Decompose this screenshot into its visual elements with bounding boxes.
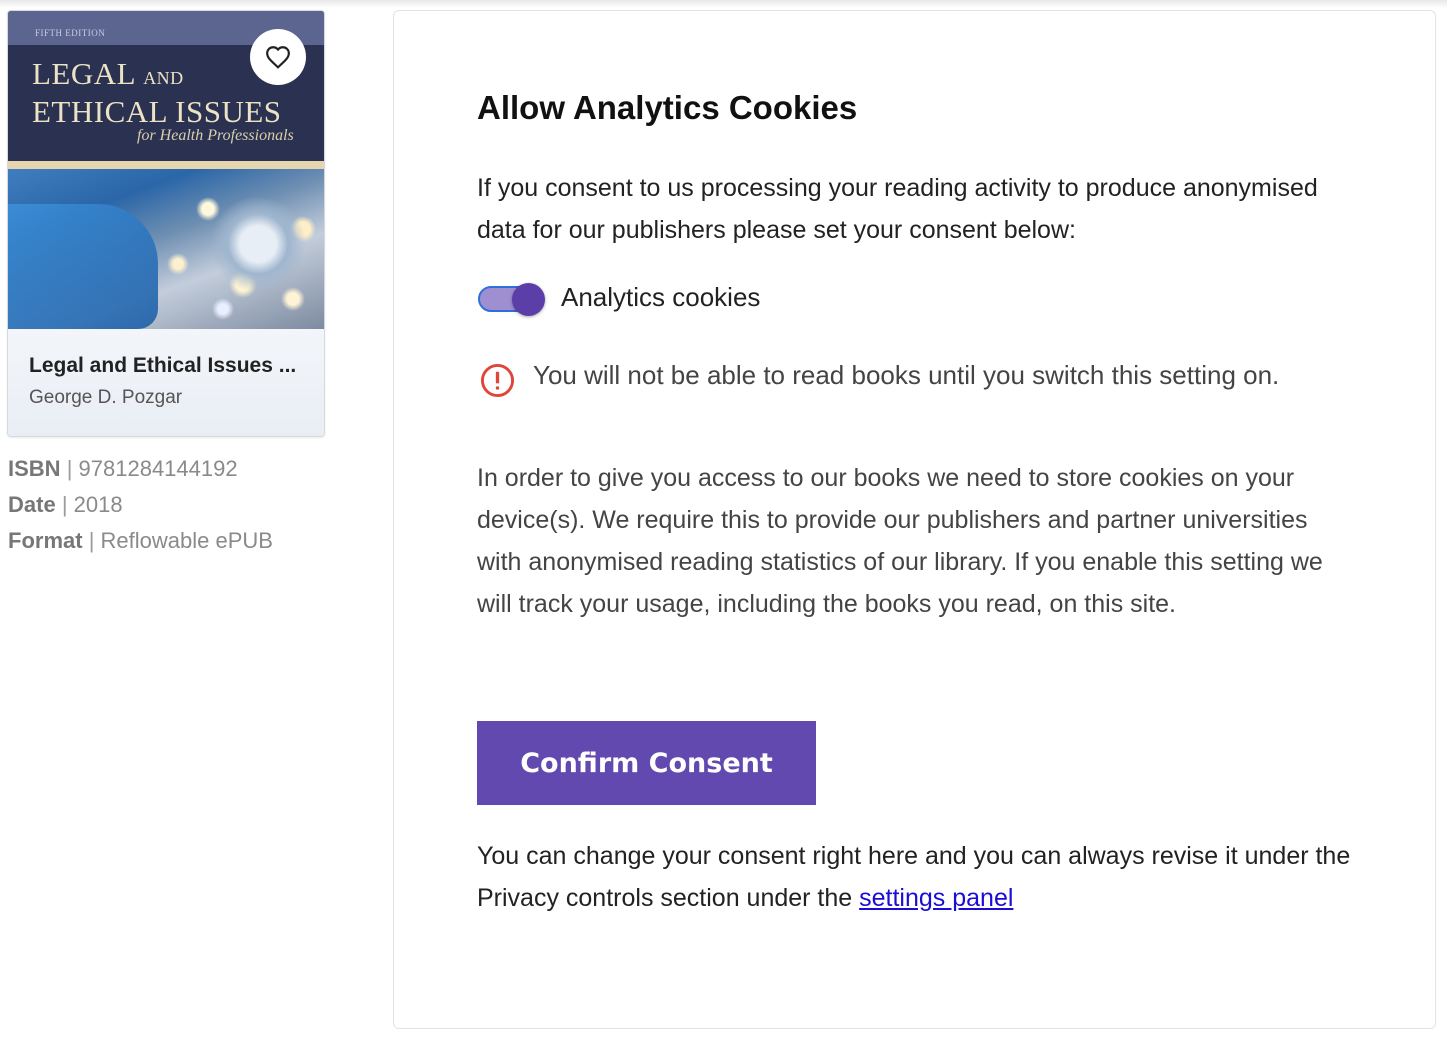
date-row: Date | 2018 xyxy=(8,492,123,517)
settings-panel-link[interactable]: settings panel xyxy=(859,884,1013,912)
consent-warning: You will not be able to read books until… xyxy=(533,360,1280,390)
top-shadow xyxy=(0,0,1447,8)
alert-circle-icon xyxy=(480,363,515,398)
confirm-consent-button[interactable]: Confirm Consent xyxy=(477,721,816,805)
consent-body: In order to give you access to our books… xyxy=(477,464,1323,618)
analytics-cookies-toggle[interactable] xyxy=(477,283,547,317)
cover-photo xyxy=(8,169,324,329)
book-cover[interactable]: FIFTH EDITION LEGAL AND ETHICAL ISSUES f… xyxy=(8,11,324,329)
consent-footer: You can change your consent right here a… xyxy=(477,842,1351,912)
analytics-cookies-label[interactable]: Analytics cookies xyxy=(561,282,760,313)
book-card[interactable]: FIFTH EDITION LEGAL AND ETHICAL ISSUES f… xyxy=(7,10,325,437)
favorite-button[interactable] xyxy=(250,29,306,85)
date-value: 2018 xyxy=(73,492,123,517)
book-author: George D. Pozgar xyxy=(29,387,183,408)
isbn-value: 9781284144192 xyxy=(78,456,238,481)
consent-title: Allow Analytics Cookies xyxy=(477,89,858,126)
consent-panel: Allow Analytics Cookies If you consent t… xyxy=(393,10,1436,1029)
book-title[interactable]: Legal and Ethical Issues ... xyxy=(29,354,296,378)
format-value: Reflowable ePUB xyxy=(100,528,273,553)
consent-intro: If you consent to us processing your rea… xyxy=(477,174,1318,244)
isbn-row: ISBN | 9781284144192 xyxy=(8,456,238,481)
heart-icon xyxy=(266,46,290,69)
format-row: Format | Reflowable ePUB xyxy=(8,528,273,553)
cover-title: LEGAL AND ETHICAL ISSUES xyxy=(32,56,282,129)
cover-edition: FIFTH EDITION xyxy=(35,28,106,38)
cover-subtitle: for Health Professionals xyxy=(137,127,294,144)
